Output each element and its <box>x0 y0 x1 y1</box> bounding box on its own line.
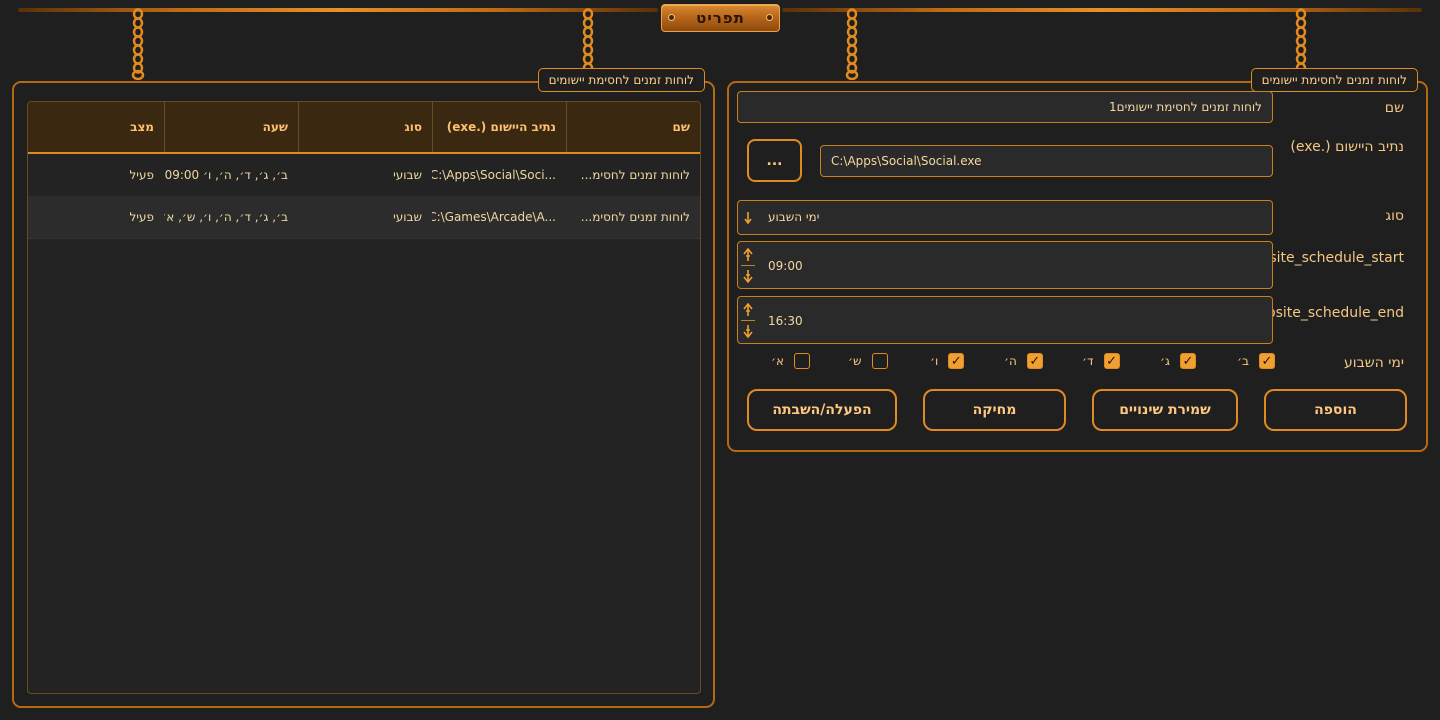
type-value: ימי השבוע <box>768 210 820 224</box>
top-rail-right <box>782 8 1422 12</box>
cell-type: שבועי <box>393 210 422 224</box>
checkbox[interactable]: ✓ <box>1026 353 1043 369</box>
day-label: ב׳ <box>1237 354 1249 368</box>
end-time-field[interactable]: 16:30 <box>737 296 1273 344</box>
checkbox[interactable]: ✓ <box>871 353 888 369</box>
path-field[interactable] <box>820 145 1273 177</box>
browse-button[interactable]: ... <box>747 139 802 182</box>
cell-name: לוחות זמנים לחסימ... <box>580 168 690 182</box>
menu-label: תפריט <box>696 9 745 27</box>
menu-button[interactable]: תפריט <box>661 4 780 32</box>
cell-type: שבועי <box>393 168 422 182</box>
type-label: סוג <box>1385 208 1404 224</box>
column-header-time[interactable]: שעה <box>164 102 298 152</box>
arrow-down-icon[interactable] <box>743 324 753 338</box>
cell-time: ב׳, ג׳, ד׳, ה׳, ו׳, ש׳, א׳... <box>164 210 288 224</box>
cell-status: פעיל <box>129 210 154 224</box>
name-input[interactable] <box>738 92 1272 122</box>
checkbox[interactable]: ✓ <box>1179 353 1196 369</box>
add-button[interactable]: הוספה <box>1264 389 1407 431</box>
check-icon: ✓ <box>1029 353 1041 369</box>
save-changes-button[interactable]: שמירת שינויים <box>1092 389 1238 431</box>
chain-decoration <box>845 8 859 80</box>
column-header-path[interactable]: נתיב היישום (.exe) <box>432 102 566 152</box>
list-panel-title: לוחות זמנים לחסימת יישומים <box>537 68 705 92</box>
check-icon: ✓ <box>950 353 962 369</box>
day-checkbox-fri[interactable]: ✓ ו׳ <box>930 352 965 370</box>
day-checkbox-sat[interactable]: ✓ ש׳ <box>848 352 888 370</box>
chain-decoration <box>131 8 145 80</box>
start-time-value: 09:00 <box>768 259 803 273</box>
path-input[interactable] <box>821 146 1272 176</box>
rivet-icon <box>668 14 675 21</box>
end-time-value: 16:30 <box>768 314 803 328</box>
toggle-enable-button[interactable]: הפעלה/השבתה <box>747 389 897 431</box>
schedule-table: שם נתיב היישום (.exe) סוג שעה מצב לוחות … <box>27 101 701 694</box>
day-label: ג׳ <box>1160 354 1170 368</box>
day-label: ה׳ <box>1004 354 1017 368</box>
check-icon: ✓ <box>1182 353 1194 369</box>
days-label: ימי השבוע <box>1344 355 1404 371</box>
path-label: נתיב היישום (.exe) <box>1290 139 1404 155</box>
name-label: שם <box>1384 100 1404 116</box>
column-header-status[interactable]: מצב <box>30 102 164 152</box>
day-label: ד׳ <box>1082 354 1094 368</box>
day-label: ו׳ <box>930 354 939 368</box>
top-rail-left <box>18 8 658 12</box>
column-header-name[interactable]: שם <box>566 102 700 152</box>
chevron-down-icon <box>744 212 752 225</box>
cell-path: C:\Games\Arcade\A... <box>432 210 556 224</box>
rivet-icon <box>766 14 773 21</box>
checkbox[interactable]: ✓ <box>1103 353 1120 369</box>
day-checkbox-tue[interactable]: ✓ ג׳ <box>1160 352 1196 370</box>
type-dropdown[interactable]: ימי השבוע <box>737 200 1273 235</box>
day-label: ש׳ <box>848 354 862 368</box>
column-header-type[interactable]: סוג <box>298 102 432 152</box>
table-header: שם נתיב היישום (.exe) סוג שעה מצב <box>28 102 700 154</box>
day-checkbox-mon[interactable]: ✓ ב׳ <box>1237 352 1275 370</box>
arrow-up-icon[interactable] <box>743 302 753 317</box>
day-label: א׳ <box>771 354 785 368</box>
cell-path: C:\Apps\Social\Soci... <box>432 168 556 182</box>
day-checkbox-sun[interactable]: ✓ א׳ <box>771 352 811 370</box>
arrow-down-icon[interactable] <box>743 269 753 283</box>
checkbox[interactable]: ✓ <box>794 353 811 369</box>
name-field[interactable] <box>737 91 1273 123</box>
table-row[interactable]: לוחות זמנים לחסימ... C:\Games\Arcade\A..… <box>28 196 700 239</box>
arrow-up-icon[interactable] <box>743 247 753 262</box>
cell-time: ב׳, ג׳, ד׳, ה׳, ו׳ 09:00... <box>164 168 288 182</box>
cell-name: לוחות זמנים לחסימ... <box>580 210 690 224</box>
checkbox[interactable]: ✓ <box>948 353 965 369</box>
day-checkbox-thu[interactable]: ✓ ה׳ <box>1004 352 1043 370</box>
end-time-spinner[interactable] <box>738 297 758 343</box>
cell-status: פעיל <box>129 168 154 182</box>
delete-button[interactable]: מחיקה <box>923 389 1066 431</box>
table-row[interactable]: לוחות זמנים לחסימ... C:\Apps\Social\Soci… <box>28 154 700 197</box>
check-icon: ✓ <box>1106 353 1117 369</box>
check-icon: ✓ <box>1261 353 1273 369</box>
start-time-field[interactable]: 09:00 <box>737 241 1273 289</box>
start-time-spinner[interactable] <box>738 242 758 288</box>
day-checkbox-wed[interactable]: ✓ ד׳ <box>1082 352 1120 370</box>
form-panel-title: לוחות זמנים לחסימת יישומים <box>1250 68 1418 92</box>
checkbox[interactable]: ✓ <box>1258 353 1275 369</box>
